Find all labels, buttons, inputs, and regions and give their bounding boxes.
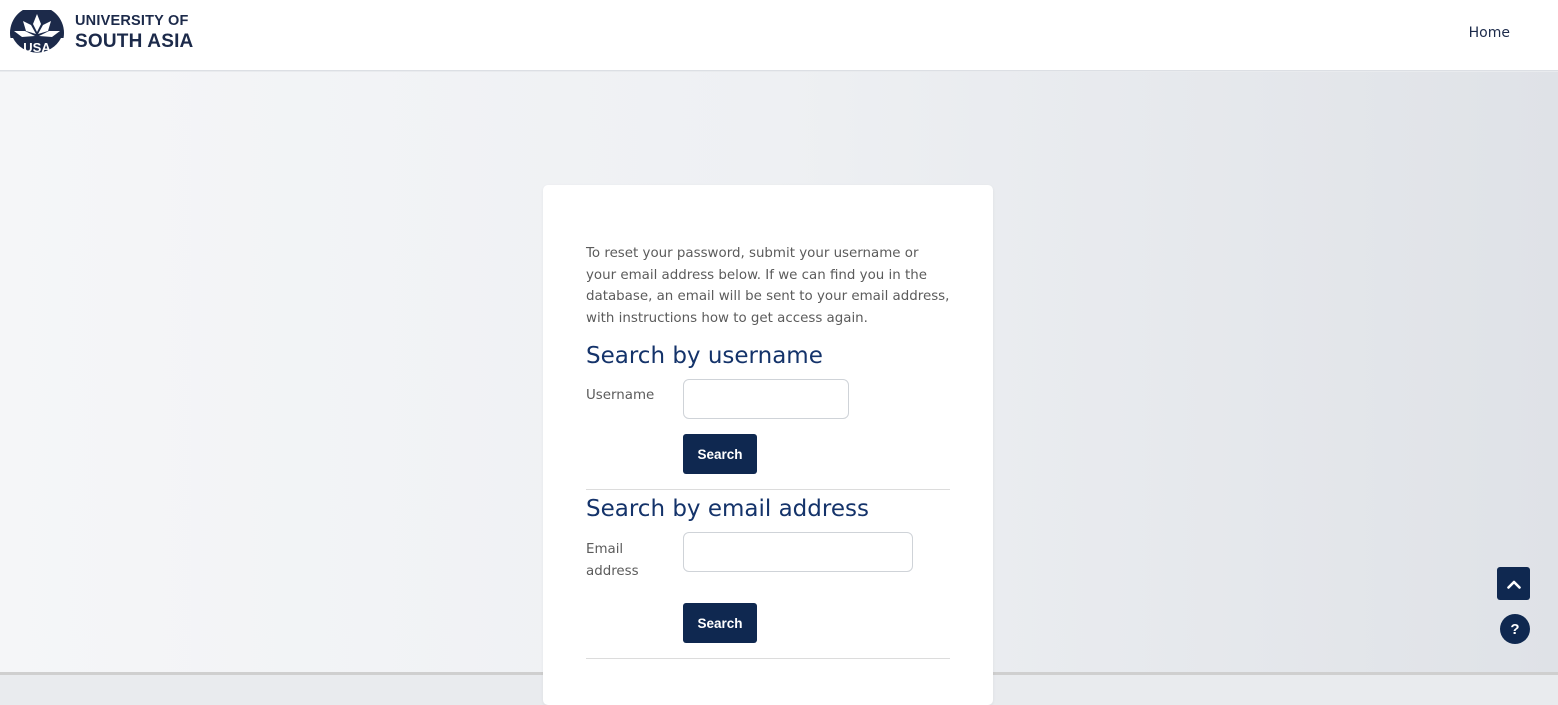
username-section-title: Search by username	[586, 343, 823, 369]
reset-instructions: To reset your password, submit your user…	[586, 246, 950, 327]
username-label: Username	[586, 388, 655, 403]
username-search-button[interactable]: Search	[683, 434, 757, 474]
top-navbar: USA UNIVERSITY OF SOUTH ASIA Home	[0, 0, 1558, 71]
email-search-button[interactable]: Search	[683, 603, 757, 643]
brand-name: UNIVERSITY OF SOUTH ASIA	[75, 12, 194, 53]
back-to-top-button[interactable]	[1497, 567, 1530, 600]
email-section-title: Search by email address	[586, 496, 869, 522]
email-label: Email address	[586, 542, 639, 579]
section-divider	[586, 489, 950, 490]
forgot-password-card: To reset your password, submit your user…	[543, 185, 993, 705]
username-input[interactable]	[683, 379, 849, 419]
brand-logo[interactable]: USA UNIVERSITY OF SOUTH ASIA	[10, 10, 193, 56]
email-input[interactable]	[683, 532, 913, 572]
chevron-up-icon	[1506, 580, 1521, 589]
brand-name-line1: UNIVERSITY OF	[75, 12, 189, 29]
help-button[interactable]: ?	[1500, 614, 1530, 644]
logo-text: USA	[23, 40, 51, 55]
brand-name-line2: SOUTH ASIA	[75, 30, 194, 52]
nav-home-link[interactable]: Home	[1469, 25, 1510, 41]
section-divider	[586, 658, 950, 659]
lotus-logo-icon: USA	[10, 10, 64, 56]
